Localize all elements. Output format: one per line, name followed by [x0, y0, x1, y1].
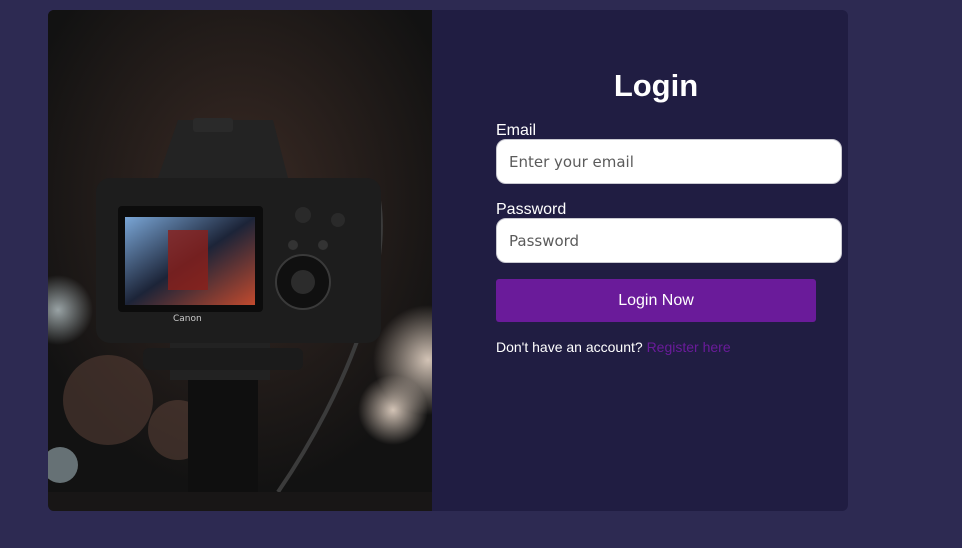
login-title: Login — [613, 68, 699, 103]
register-prompt: Don't have an account? Register here — [496, 339, 731, 355]
password-field[interactable] — [496, 218, 842, 263]
register-prompt-text: Don't have an account? — [496, 339, 643, 355]
login-button[interactable]: Login Now — [496, 279, 816, 322]
register-link[interactable]: Register here — [647, 339, 731, 355]
password-label: Password — [496, 201, 567, 218]
email-field[interactable] — [496, 139, 842, 184]
photo-bottom-strip — [48, 492, 432, 511]
login-card: Canon Login Email Password Login Now Don… — [48, 10, 848, 511]
email-label: Email — [496, 122, 537, 139]
login-form: Login Email Password Login Now Don't hav… — [496, 10, 848, 511]
camera-photo: Canon — [48, 10, 432, 492]
camera-illustration: Canon — [48, 10, 432, 492]
camera-brand-text: Canon — [173, 314, 202, 324]
